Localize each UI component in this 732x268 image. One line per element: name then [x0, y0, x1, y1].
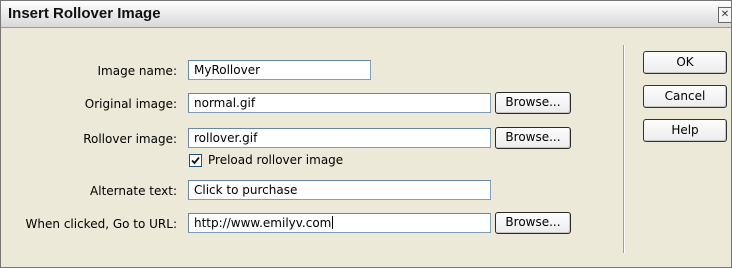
insert-rollover-image-dialog: Insert Rollover Image ✕ Image name: MyRo…: [0, 0, 732, 268]
go-to-url-label: When clicked, Go to URL:: [25, 217, 177, 231]
original-image-label: Original image:: [84, 97, 177, 111]
help-button[interactable]: Help: [643, 119, 727, 142]
close-icon[interactable]: ✕: [718, 7, 731, 23]
preload-checkbox[interactable]: [189, 154, 202, 167]
rollover-image-browse-button[interactable]: Browse...: [495, 127, 571, 149]
title-bar: Insert Rollover Image ✕: [1, 1, 731, 28]
ok-button[interactable]: OK: [643, 51, 727, 74]
original-image-input[interactable]: normal.gif: [188, 93, 491, 113]
go-to-url-input[interactable]: http://www.emilyv.com: [188, 213, 491, 233]
image-name-input[interactable]: MyRollover: [188, 60, 371, 80]
vertical-separator: [623, 45, 625, 253]
image-name-label: Image name:: [97, 64, 177, 78]
go-to-url-browse-button[interactable]: Browse...: [495, 212, 571, 234]
preload-checkbox-label[interactable]: Preload rollover image: [208, 153, 343, 167]
rollover-image-input[interactable]: rollover.gif: [188, 128, 491, 148]
dialog-title: Insert Rollover Image: [8, 5, 161, 22]
original-image-browse-button[interactable]: Browse...: [495, 92, 571, 114]
alternate-text-input[interactable]: Click to purchase: [188, 180, 491, 200]
text-caret: [332, 216, 334, 229]
go-to-url-value: http://www.emilyv.com: [194, 216, 332, 230]
checkmark-icon: [191, 156, 200, 165]
alternate-text-label: Alternate text:: [90, 184, 177, 198]
cancel-button[interactable]: Cancel: [643, 85, 727, 108]
rollover-image-label: Rollover image:: [83, 132, 177, 146]
